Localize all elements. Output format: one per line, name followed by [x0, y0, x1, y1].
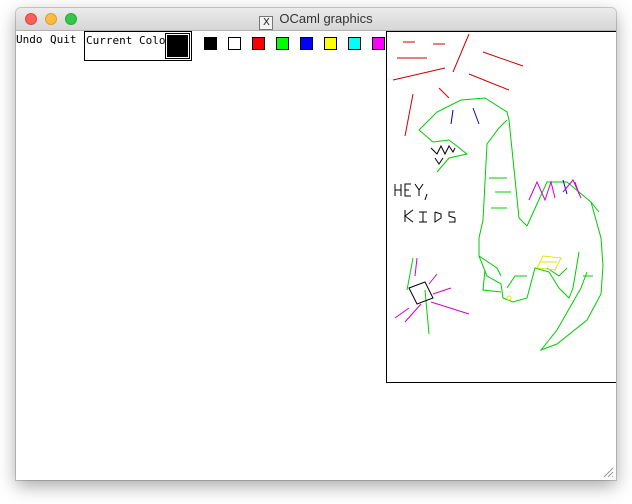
dinosaur-teeth: [430, 144, 456, 165]
current-color-box: Current Color: [84, 31, 192, 61]
palette-swatch-green[interactable]: [276, 37, 289, 50]
text-hey: HEY,: [393, 191, 396, 193]
dinosaur-outline: [406, 97, 604, 352]
palette-swatch-magenta[interactable]: [372, 37, 385, 50]
app-window: X OCaml graphics Undo Quit Current Color: [16, 8, 616, 480]
current-color-swatch: [165, 33, 190, 59]
palette-swatch-white[interactable]: [228, 37, 241, 50]
palette-swatch-black[interactable]: [204, 37, 217, 50]
hey-kids-lettering: [394, 183, 456, 223]
resize-grip-icon[interactable]: [602, 466, 614, 478]
dinosaur-spikes: [394, 179, 582, 323]
palette-swatch-yellow[interactable]: [324, 37, 337, 50]
x11-icon: X: [259, 16, 274, 30]
sun-strokes: [392, 33, 524, 137]
drawing-svg: HEY, KIDS: [392, 33, 604, 352]
graphics-area: Undo Quit Current Color HEY, KIDS: [16, 31, 616, 480]
palette-swatch-blue[interactable]: [300, 37, 313, 50]
title-bar[interactable]: X OCaml graphics: [16, 8, 616, 31]
window-title: OCaml graphics: [279, 11, 373, 26]
undo-button[interactable]: Undo: [16, 33, 43, 46]
black-square-sketch: [408, 281, 434, 305]
current-color-label: Current Color: [86, 34, 173, 47]
palette-swatch-red[interactable]: [252, 37, 265, 50]
quit-button[interactable]: Quit: [50, 33, 77, 46]
drawing-canvas[interactable]: HEY, KIDS: [386, 31, 616, 383]
text-kids: KIDS: [405, 217, 408, 219]
palette-swatch-cyan[interactable]: [348, 37, 361, 50]
window-title-area: X OCaml graphics: [16, 11, 616, 30]
